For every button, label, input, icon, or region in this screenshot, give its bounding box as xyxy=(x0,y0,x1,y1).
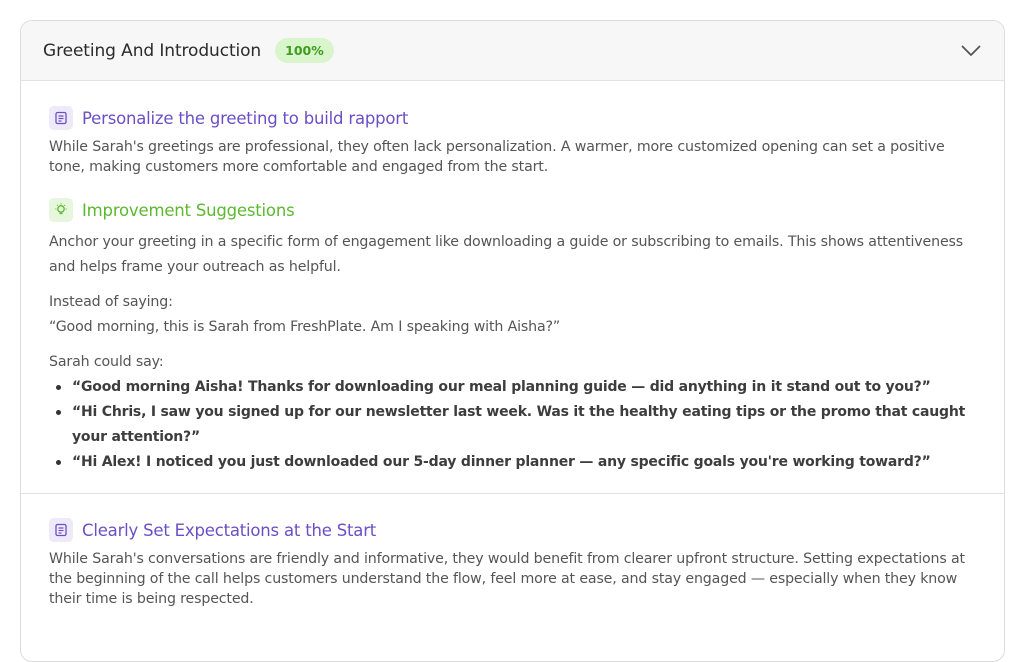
suggestions-heading: Improvement Suggestions xyxy=(49,197,976,223)
suggestions-text: Anchor your greeting in a specific form … xyxy=(49,234,964,275)
feedback-card: Greeting And Introduction 100% Personali… xyxy=(20,20,1005,662)
section-description: While Sarah's conversations are friendly… xyxy=(49,551,965,607)
chevron-down-icon[interactable] xyxy=(960,40,982,62)
card-header[interactable]: Greeting And Introduction 100% xyxy=(21,21,1004,81)
card-title: Greeting And Introduction xyxy=(43,40,262,61)
section-title: Personalize the greeting to build rappor… xyxy=(82,108,409,128)
list-item: “Hi Alex! I noticed you just downloaded … xyxy=(56,450,976,475)
section-heading: Personalize the greeting to build rappor… xyxy=(49,105,976,131)
section-expectations: Clearly Set Expectations at the Start Wh… xyxy=(21,494,1004,609)
note-icon xyxy=(49,106,73,130)
instead-label: Instead of saying: xyxy=(49,294,173,310)
section-title: Clearly Set Expectations at the Start xyxy=(82,520,377,540)
suggestions-title: Improvement Suggestions xyxy=(82,200,295,220)
section-personalize: Personalize the greeting to build rappor… xyxy=(21,81,1004,494)
lightbulb-icon xyxy=(49,198,73,222)
example-list: “Good morning Aisha! Thanks for download… xyxy=(49,375,976,475)
note-icon xyxy=(49,518,73,542)
instead-quote: “Good morning, this is Sarah from FreshP… xyxy=(49,319,561,335)
score-badge: 100% xyxy=(275,38,334,63)
list-item: “Good morning Aisha! Thanks for download… xyxy=(56,375,976,400)
section-heading: Clearly Set Expectations at the Start xyxy=(49,517,976,543)
section-description: While Sarah's greetings are professional… xyxy=(49,139,945,175)
list-item: “Hi Chris, I saw you signed up for our n… xyxy=(56,400,976,450)
could-say-label: Sarah could say: xyxy=(49,354,164,370)
